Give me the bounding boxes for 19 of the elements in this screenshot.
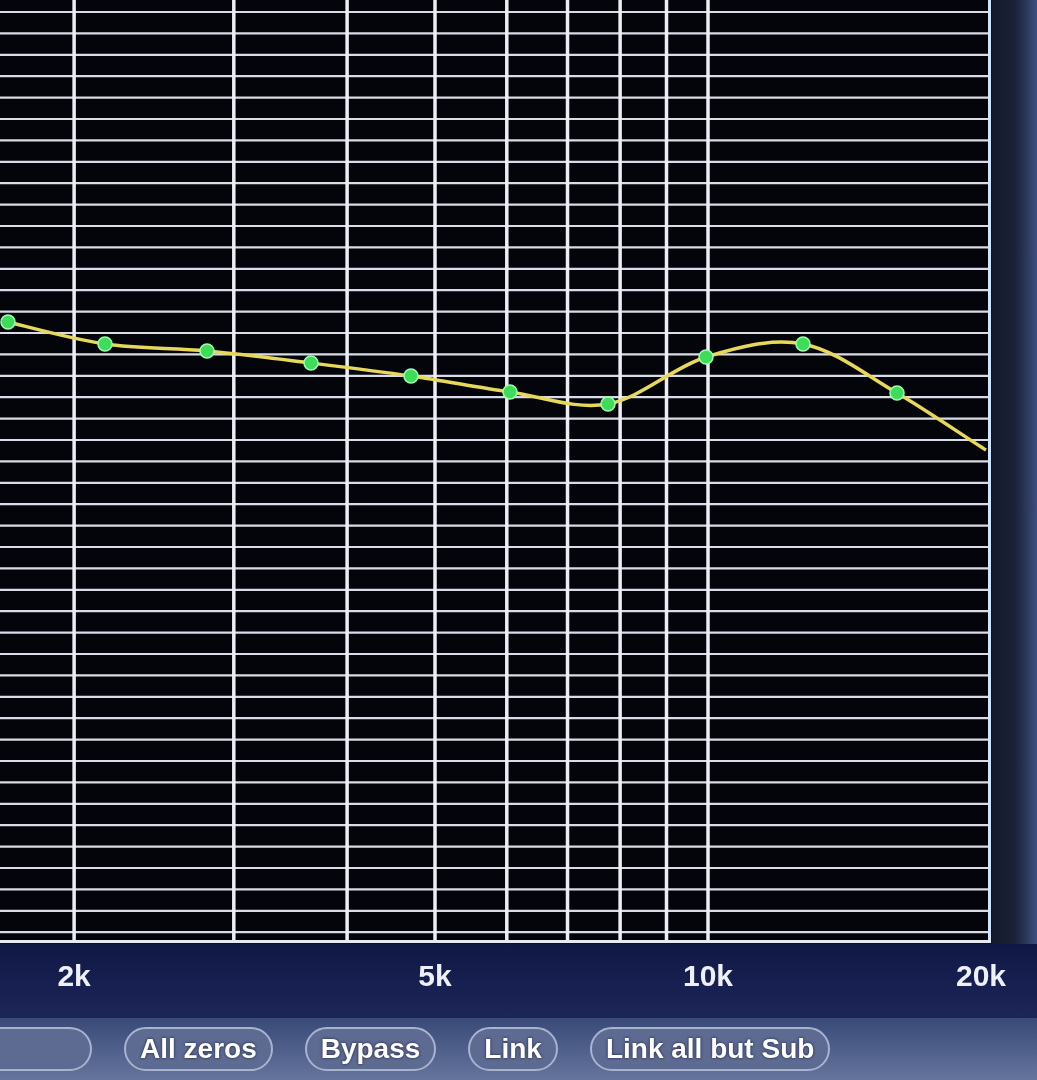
eq-point-icon[interactable] bbox=[199, 343, 215, 359]
eq-point-icon[interactable] bbox=[698, 349, 714, 365]
toolbar-button[interactable]: Link all but Sub bbox=[589, 1027, 831, 1071]
eq-point-icon[interactable] bbox=[889, 385, 905, 401]
toolbar-button[interactable]: All zeros bbox=[124, 1027, 273, 1071]
toolbar-button[interactable]: Bypass bbox=[304, 1027, 437, 1071]
axis-label: 2k bbox=[57, 958, 91, 994]
eq-point-icon[interactable] bbox=[795, 336, 811, 352]
axis-label: 5k bbox=[418, 958, 452, 994]
eq-point-icon[interactable] bbox=[600, 396, 616, 412]
toolbar-button[interactable]: Link bbox=[468, 1027, 558, 1071]
eq-point-icon[interactable] bbox=[403, 368, 419, 384]
eq-point-icon[interactable] bbox=[0, 314, 16, 330]
axis-label: 20k bbox=[955, 958, 1007, 994]
eq-point-icon[interactable] bbox=[303, 355, 319, 371]
axis-label: 10k bbox=[682, 958, 734, 994]
eq-point-icon[interactable] bbox=[502, 384, 518, 400]
cut-off-button[interactable] bbox=[0, 1027, 92, 1071]
eq-point-icon[interactable] bbox=[97, 336, 113, 352]
